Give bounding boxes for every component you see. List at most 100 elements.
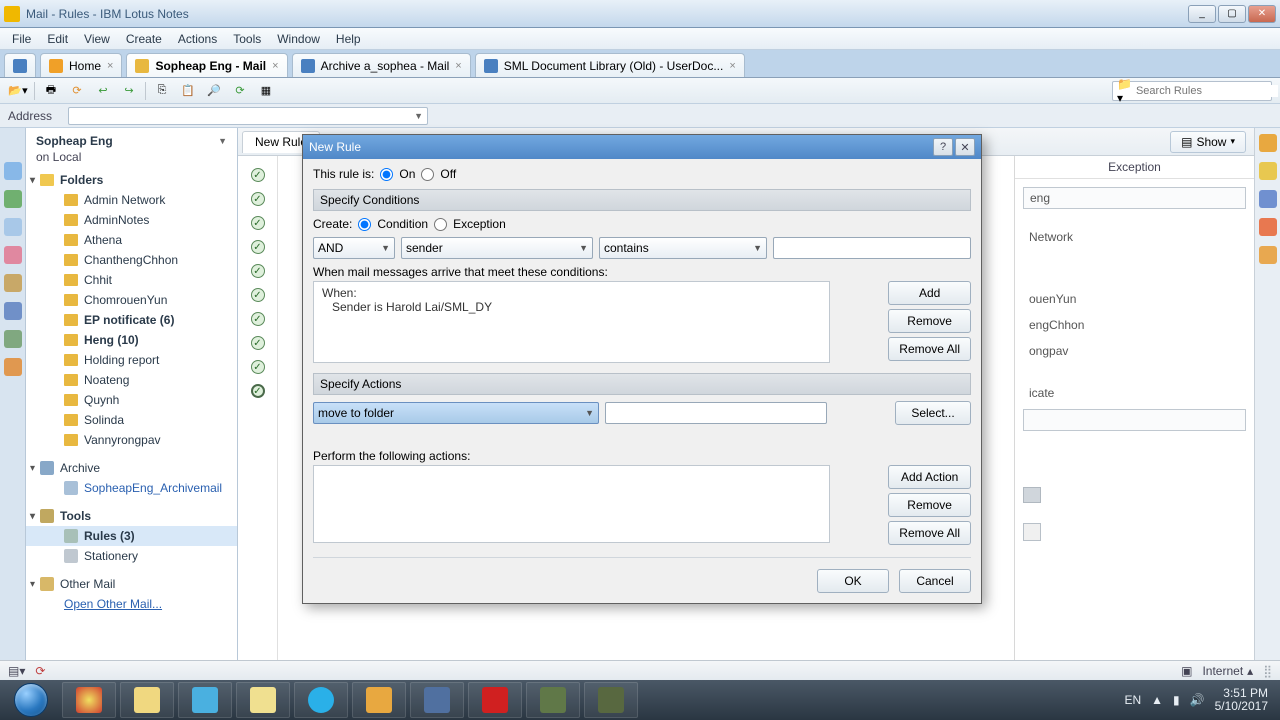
collapse-icon[interactable]: ▾ [30,579,40,590]
check-icon[interactable]: ✓ [251,384,265,398]
close-icon[interactable]: × [455,60,461,72]
taskbar-notes[interactable] [236,682,290,718]
menu-help[interactable]: Help [328,30,369,48]
folder-item[interactable]: EP notificate (6) [26,310,237,330]
folders-root[interactable]: ▾ Folders [26,170,237,190]
select-folder-button[interactable]: Select... [895,401,971,425]
folder-item[interactable]: ChanthengChhon [26,250,237,270]
removeall-conditions-button[interactable]: Remove All [888,337,971,361]
conditions-list[interactable]: When: Sender is Harold Lai/SML_DY [313,281,830,363]
shortcut-icon[interactable] [4,134,22,152]
check-icon[interactable]: ✓ [251,192,265,206]
maximize-button[interactable]: ▢ [1218,5,1246,23]
taskbar-skype[interactable] [294,682,348,718]
connection-status[interactable]: Internet ▴ [1202,664,1253,678]
taskbar-app[interactable] [410,682,464,718]
shortcut-icon[interactable] [1259,218,1277,236]
action-select[interactable]: move to folder▼ [313,402,599,424]
check-icon[interactable]: ✓ [251,336,265,350]
print-icon[interactable]: 🖶 [41,81,61,101]
grid-icon[interactable]: ▦ [256,81,276,101]
clock[interactable]: 3:51 PM 5/10/2017 [1215,687,1268,713]
paste-icon[interactable]: 📋 [178,81,198,101]
remove-action-button[interactable]: Remove [888,493,971,517]
check-icon[interactable]: ✓ [251,264,265,278]
tab-archive[interactable]: Archive a_sophea - Mail × [292,53,471,77]
menu-view[interactable]: View [76,30,118,48]
chevron-down-icon[interactable]: ▼ [414,111,423,121]
search-box[interactable]: 📁▾ 🔍 [1112,81,1272,101]
field-select[interactable]: sender▼ [401,237,593,259]
refresh-icon[interactable]: ⟳ [67,81,87,101]
action-folder-input[interactable] [605,402,827,424]
close-icon[interactable]: × [729,60,735,72]
lang-indicator[interactable]: EN [1124,693,1141,707]
shortcut-icon[interactable] [1259,134,1277,152]
security-icon[interactable]: ▣ [1181,664,1192,678]
menu-edit[interactable]: Edit [39,30,76,48]
shortcut-icon[interactable] [4,218,22,236]
folder-item[interactable]: Athena [26,230,237,250]
taskbar-app[interactable] [584,682,638,718]
window-close-button[interactable]: ✕ [1248,5,1276,23]
folder-item[interactable]: Vannyrongpav [26,430,237,450]
shortcut-icon[interactable] [4,302,22,320]
stationery-item[interactable]: Stationery [26,546,237,566]
collapse-icon[interactable]: ▾ [30,511,40,522]
help-button[interactable]: ? [933,138,953,156]
menu-create[interactable]: Create [118,30,170,48]
folder-item[interactable]: ChomrouenYun [26,290,237,310]
exception-input[interactable] [1023,409,1246,431]
menu-window[interactable]: Window [269,30,328,48]
operator-select[interactable]: contains▼ [599,237,767,259]
workspace-button[interactable] [4,53,36,77]
folder-item[interactable]: Solinda [26,410,237,430]
dialog-titlebar[interactable]: New Rule ? ✕ [303,135,981,159]
close-icon[interactable]: × [107,60,113,72]
shortcut-icon[interactable] [1259,246,1277,264]
sync-status-icon[interactable]: ⟳ [35,664,45,678]
folder-item[interactable]: AdminNotes [26,210,237,230]
reply-icon[interactable]: ↩ [93,81,113,101]
cancel-button[interactable]: Cancel [899,569,971,593]
system-tray[interactable]: EN ▲ ▮ 🔊 3:51 PM 5/10/2017 [1116,687,1276,713]
check-icon[interactable]: ✓ [251,216,265,230]
rule-off-radio[interactable] [421,168,434,181]
search-input[interactable] [1136,85,1278,97]
folder-item[interactable]: Noateng [26,370,237,390]
remove-condition-button[interactable]: Remove [888,309,971,333]
tools-root[interactable]: ▾ Tools [26,506,237,526]
shortcut-icon[interactable] [4,162,22,180]
forward-icon[interactable]: ↪ [119,81,139,101]
dialog-close-button[interactable]: ✕ [955,138,975,156]
sync-icon[interactable]: ⟳ [230,81,250,101]
tab-home[interactable]: Home × [40,53,122,77]
tray-flag-icon[interactable]: ▲ [1151,693,1163,707]
ok-button[interactable]: OK [817,569,889,593]
collapse-icon[interactable]: ▾ [30,463,40,474]
actions-list[interactable] [313,465,830,543]
folder-item[interactable]: Admin Network [26,190,237,210]
shortcut-icon[interactable] [4,358,22,376]
tab-mail[interactable]: Sopheap Eng - Mail × [126,53,287,77]
condition-value-input[interactable] [773,237,971,259]
add-condition-button[interactable]: Add [888,281,971,305]
folder-item[interactable]: Quynh [26,390,237,410]
shortcut-icon[interactable] [4,274,22,292]
close-icon[interactable]: × [272,60,278,72]
archive-item[interactable]: SopheapEng_Archivemail [26,478,237,498]
folder-item[interactable]: Heng (10) [26,330,237,350]
taskbar-app[interactable] [352,682,406,718]
exception-radio[interactable] [434,218,447,231]
removeall-actions-button[interactable]: Remove All [888,521,971,545]
account-dropdown-icon[interactable]: ▼ [218,136,227,146]
shortcut-icon[interactable] [4,190,22,208]
shortcut-icon[interactable] [1259,190,1277,208]
check-icon[interactable]: ✓ [251,312,265,326]
copy-icon[interactable]: ⎘ [152,81,172,101]
check-icon[interactable]: ✓ [251,288,265,302]
menu-file[interactable]: File [4,30,39,48]
shortcut-icon[interactable] [1259,162,1277,180]
address-input[interactable]: ▼ [68,107,428,125]
start-button[interactable] [4,681,58,719]
